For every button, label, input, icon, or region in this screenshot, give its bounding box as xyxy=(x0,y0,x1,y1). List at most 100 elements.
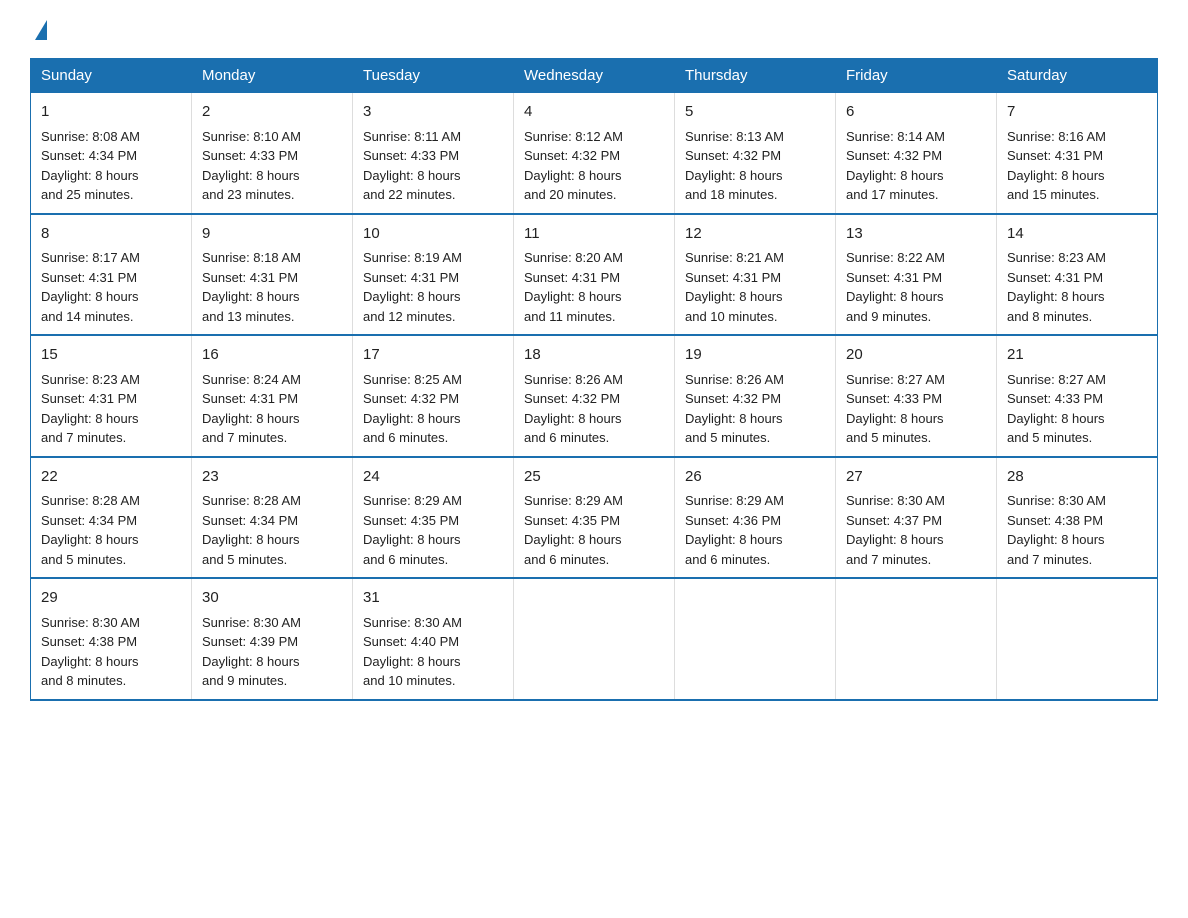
day-info: Sunrise: 8:22 AMSunset: 4:31 PMDaylight:… xyxy=(846,248,986,326)
day-info: Sunrise: 8:17 AMSunset: 4:31 PMDaylight:… xyxy=(41,248,181,326)
header-sunday: Sunday xyxy=(31,59,192,93)
calendar-cell: 4 Sunrise: 8:12 AMSunset: 4:32 PMDaylight… xyxy=(514,93,675,214)
calendar-cell: 13Sunrise: 8:22 AMSunset: 4:31 PMDayligh… xyxy=(836,214,997,336)
day-info: Sunrise: 8:20 AMSunset: 4:31 PMDaylight:… xyxy=(524,248,664,326)
day-number: 22 xyxy=(41,466,181,489)
day-number: 8 xyxy=(41,223,181,246)
week-row-4: 22 Sunrise: 8:28 AMSunset: 4:34 PMDayligh… xyxy=(31,457,1158,579)
week-row-5: 29 Sunrise: 8:30 AMSunset: 4:38 PMDayligh… xyxy=(31,578,1158,700)
calendar-header-row: SundayMondayTuesdayWednesdayThursdayFrid… xyxy=(31,59,1158,93)
day-info: Sunrise: 8:28 AMSunset: 4:34 PMDaylight:… xyxy=(202,491,342,569)
header-saturday: Saturday xyxy=(997,59,1158,93)
day-number: 7 xyxy=(1007,101,1147,124)
day-number: 3 xyxy=(363,101,503,124)
calendar-cell: 26Sunrise: 8:29 AMSunset: 4:36 PMDayligh… xyxy=(675,457,836,579)
day-info: Sunrise: 8:25 AMSunset: 4:32 PMDaylight:… xyxy=(363,370,503,448)
calendar-cell: 16Sunrise: 8:24 AMSunset: 4:31 PMDayligh… xyxy=(192,335,353,457)
week-row-1: 1 Sunrise: 8:08 AMSunset: 4:34 PMDaylight… xyxy=(31,93,1158,214)
calendar-cell: 19 Sunrise: 8:26 AMSunset: 4:32 PMDayligh… xyxy=(675,335,836,457)
calendar-cell: 8Sunrise: 8:17 AMSunset: 4:31 PMDaylight… xyxy=(31,214,192,336)
day-info: Sunrise: 8:26 AMSunset: 4:32 PMDaylight:… xyxy=(685,370,825,448)
day-info: Sunrise: 8:29 AMSunset: 4:35 PMDaylight:… xyxy=(524,491,664,569)
week-row-2: 8Sunrise: 8:17 AMSunset: 4:31 PMDaylight… xyxy=(31,214,1158,336)
calendar-cell xyxy=(514,578,675,700)
day-number: 28 xyxy=(1007,466,1147,489)
day-number: 20 xyxy=(846,344,986,367)
day-info: Sunrise: 8:23 AMSunset: 4:31 PMDaylight:… xyxy=(1007,248,1147,326)
calendar-cell: 15 Sunrise: 8:23 AMSunset: 4:31 PMDayligh… xyxy=(31,335,192,457)
day-info: Sunrise: 8:24 AMSunset: 4:31 PMDaylight:… xyxy=(202,370,342,448)
day-info: Sunrise: 8:26 AMSunset: 4:32 PMDaylight:… xyxy=(524,370,664,448)
calendar-cell: 5 Sunrise: 8:13 AMSunset: 4:32 PMDaylight… xyxy=(675,93,836,214)
header-friday: Friday xyxy=(836,59,997,93)
page-header xyxy=(30,20,1158,40)
calendar-cell: 27Sunrise: 8:30 AMSunset: 4:37 PMDayligh… xyxy=(836,457,997,579)
day-info: Sunrise: 8:18 AMSunset: 4:31 PMDaylight:… xyxy=(202,248,342,326)
day-number: 29 xyxy=(41,587,181,610)
day-number: 25 xyxy=(524,466,664,489)
day-info: Sunrise: 8:30 AMSunset: 4:38 PMDaylight:… xyxy=(41,613,181,691)
calendar-cell: 10Sunrise: 8:19 AMSunset: 4:31 PMDayligh… xyxy=(353,214,514,336)
day-info: Sunrise: 8:11 AMSunset: 4:33 PMDaylight:… xyxy=(363,127,503,205)
header-thursday: Thursday xyxy=(675,59,836,93)
day-number: 26 xyxy=(685,466,825,489)
calendar-cell: 24Sunrise: 8:29 AMSunset: 4:35 PMDayligh… xyxy=(353,457,514,579)
day-info: Sunrise: 8:10 AMSunset: 4:33 PMDaylight:… xyxy=(202,127,342,205)
day-info: Sunrise: 8:29 AMSunset: 4:36 PMDaylight:… xyxy=(685,491,825,569)
day-info: Sunrise: 8:13 AMSunset: 4:32 PMDaylight:… xyxy=(685,127,825,205)
day-info: Sunrise: 8:29 AMSunset: 4:35 PMDaylight:… xyxy=(363,491,503,569)
calendar-cell: 28Sunrise: 8:30 AMSunset: 4:38 PMDayligh… xyxy=(997,457,1158,579)
calendar-cell: 7Sunrise: 8:16 AMSunset: 4:31 PMDaylight… xyxy=(997,93,1158,214)
day-number: 13 xyxy=(846,223,986,246)
day-info: Sunrise: 8:23 AMSunset: 4:31 PMDaylight:… xyxy=(41,370,181,448)
calendar-cell: 14Sunrise: 8:23 AMSunset: 4:31 PMDayligh… xyxy=(997,214,1158,336)
header-wednesday: Wednesday xyxy=(514,59,675,93)
day-number: 30 xyxy=(202,587,342,610)
header-monday: Monday xyxy=(192,59,353,93)
day-number: 19 xyxy=(685,344,825,367)
day-number: 14 xyxy=(1007,223,1147,246)
day-number: 6 xyxy=(846,101,986,124)
day-number: 1 xyxy=(41,101,181,124)
calendar-cell: 18 Sunrise: 8:26 AMSunset: 4:32 PMDayligh… xyxy=(514,335,675,457)
day-info: Sunrise: 8:12 AMSunset: 4:32 PMDaylight:… xyxy=(524,127,664,205)
calendar-cell: 30Sunrise: 8:30 AMSunset: 4:39 PMDayligh… xyxy=(192,578,353,700)
calendar-cell: 25Sunrise: 8:29 AMSunset: 4:35 PMDayligh… xyxy=(514,457,675,579)
day-number: 23 xyxy=(202,466,342,489)
calendar-cell: 1 Sunrise: 8:08 AMSunset: 4:34 PMDaylight… xyxy=(31,93,192,214)
day-info: Sunrise: 8:27 AMSunset: 4:33 PMDaylight:… xyxy=(1007,370,1147,448)
day-number: 11 xyxy=(524,223,664,246)
day-number: 5 xyxy=(685,101,825,124)
day-info: Sunrise: 8:30 AMSunset: 4:38 PMDaylight:… xyxy=(1007,491,1147,569)
week-row-3: 15 Sunrise: 8:23 AMSunset: 4:31 PMDayligh… xyxy=(31,335,1158,457)
day-info: Sunrise: 8:30 AMSunset: 4:37 PMDaylight:… xyxy=(846,491,986,569)
day-number: 4 xyxy=(524,101,664,124)
day-info: Sunrise: 8:21 AMSunset: 4:31 PMDaylight:… xyxy=(685,248,825,326)
calendar-cell: 22Sunrise: 8:28 AMSunset: 4:34 PMDayligh… xyxy=(31,457,192,579)
day-number: 24 xyxy=(363,466,503,489)
day-number: 31 xyxy=(363,587,503,610)
day-info: Sunrise: 8:08 AMSunset: 4:34 PMDaylight:… xyxy=(41,127,181,205)
calendar-cell: 11Sunrise: 8:20 AMSunset: 4:31 PMDayligh… xyxy=(514,214,675,336)
day-info: Sunrise: 8:14 AMSunset: 4:32 PMDaylight:… xyxy=(846,127,986,205)
calendar-cell: 23Sunrise: 8:28 AMSunset: 4:34 PMDayligh… xyxy=(192,457,353,579)
calendar-cell: 20Sunrise: 8:27 AMSunset: 4:33 PMDayligh… xyxy=(836,335,997,457)
calendar-cell xyxy=(997,578,1158,700)
calendar-cell: 31 Sunrise: 8:30 AMSunset: 4:40 PMDayligh… xyxy=(353,578,514,700)
header-tuesday: Tuesday xyxy=(353,59,514,93)
day-info: Sunrise: 8:30 AMSunset: 4:40 PMDaylight:… xyxy=(363,613,503,691)
day-number: 27 xyxy=(846,466,986,489)
calendar-cell: 9Sunrise: 8:18 AMSunset: 4:31 PMDaylight… xyxy=(192,214,353,336)
calendar-cell: 6 Sunrise: 8:14 AMSunset: 4:32 PMDaylight… xyxy=(836,93,997,214)
day-number: 10 xyxy=(363,223,503,246)
calendar-cell xyxy=(675,578,836,700)
calendar-cell: 29 Sunrise: 8:30 AMSunset: 4:38 PMDayligh… xyxy=(31,578,192,700)
calendar-cell: 3 Sunrise: 8:11 AMSunset: 4:33 PMDaylight… xyxy=(353,93,514,214)
logo xyxy=(30,20,47,40)
calendar-table: SundayMondayTuesdayWednesdayThursdayFrid… xyxy=(30,58,1158,701)
day-number: 2 xyxy=(202,101,342,124)
day-number: 17 xyxy=(363,344,503,367)
day-number: 12 xyxy=(685,223,825,246)
day-number: 18 xyxy=(524,344,664,367)
day-number: 15 xyxy=(41,344,181,367)
